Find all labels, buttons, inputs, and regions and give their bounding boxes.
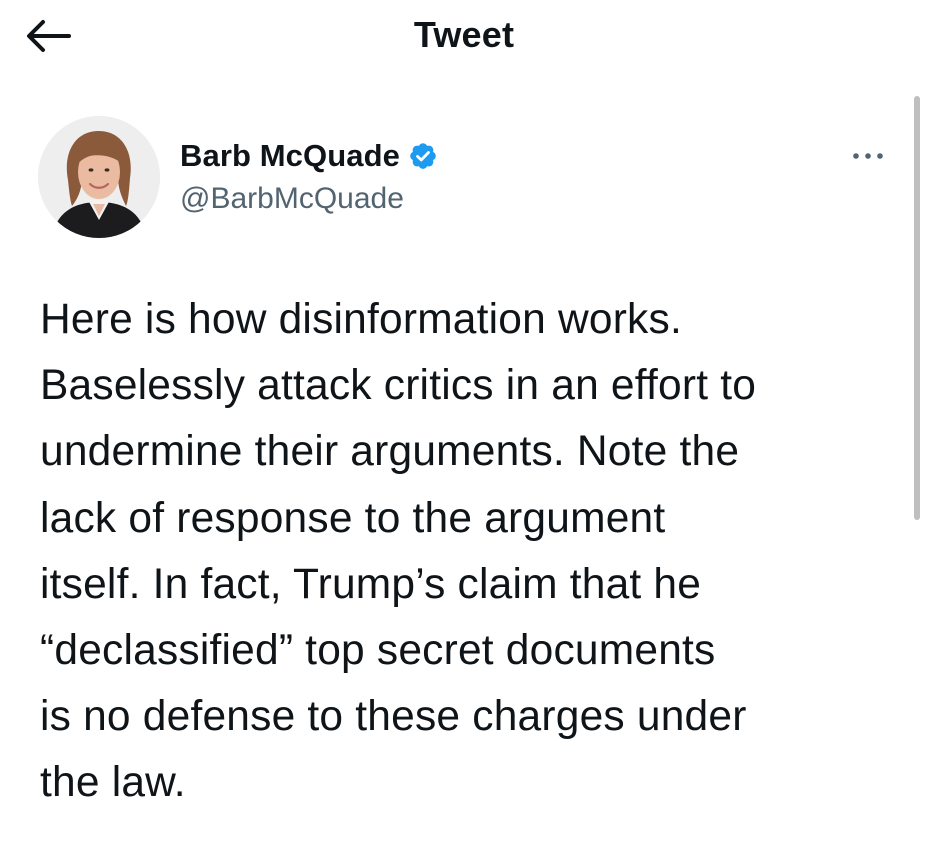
profile-photo [38, 116, 160, 238]
avatar[interactable] [38, 116, 160, 238]
tweet-text-line: Baselessly attack critics in an effort t… [40, 362, 757, 410]
page-title: Tweet [413, 14, 515, 55]
tweet-author: Barb McQuade @BarbMcQuade [180, 136, 438, 216]
tweet-text-line: the law. [40, 759, 186, 807]
display-name[interactable]: Barb McQuade [180, 138, 400, 174]
name-row: Barb McQuade [180, 136, 438, 176]
tweet-text-line: lack of response to the argument [40, 494, 666, 542]
tweet-text-line: undermine their arguments. Note the [40, 428, 740, 476]
tweet-text-line: itself. In fact, Trump’s claim that he [40, 560, 702, 608]
tweet-text-line: “declassified” top secret documents [40, 627, 716, 675]
more-options-button[interactable] [844, 140, 892, 172]
user-handle[interactable]: @BarbMcQuade [180, 182, 438, 216]
top-nav-bar: Tweet [0, 0, 928, 80]
scrollbar[interactable] [914, 96, 920, 520]
tweet-text-line: is no defense to these charges under [40, 693, 747, 741]
verified-badge-icon [410, 143, 436, 169]
tweet-text-line: Here is how disinformation works. [40, 296, 682, 343]
tweet-text: Here is how disinformation works. Basele… [40, 287, 900, 817]
more-horizontal-icon [853, 153, 883, 159]
